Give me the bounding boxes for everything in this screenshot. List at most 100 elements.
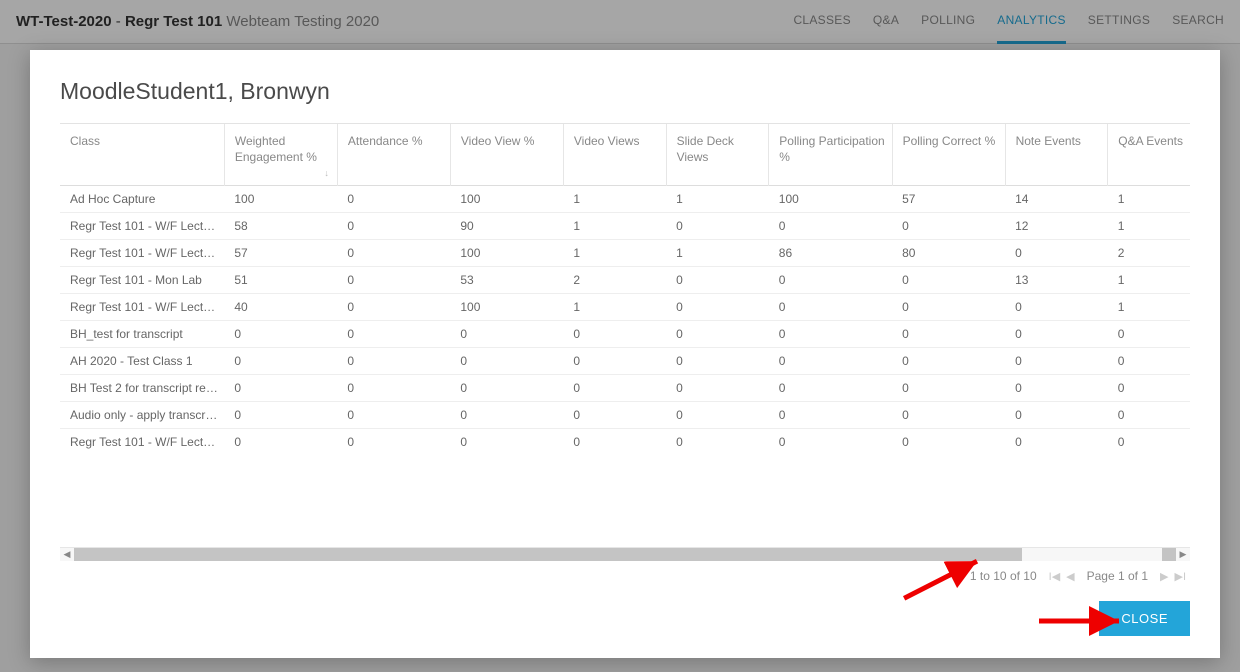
cell: 0	[1108, 348, 1190, 375]
cell: 0	[1108, 429, 1190, 456]
cell: 0	[224, 321, 337, 348]
pagination: 1 to 10 of 10 I◀ ◀ Page 1 of 1 ▶ ▶I	[60, 561, 1190, 583]
cell: 0	[666, 429, 769, 456]
cell: 1	[563, 186, 666, 213]
cell: 1	[1108, 213, 1190, 240]
col-qa-events[interactable]: Q&A Events	[1108, 124, 1190, 186]
table-row[interactable]: Regr Test 101 - W/F Lecture400100100001	[60, 294, 1190, 321]
cell: 0	[337, 186, 450, 213]
cell: 0	[892, 294, 1005, 321]
cell: 51	[224, 267, 337, 294]
cell: 0	[337, 213, 450, 240]
col-polling-participation[interactable]: Polling Participation %	[769, 124, 892, 186]
cell: 0	[337, 402, 450, 429]
col-note-events[interactable]: Note Events	[1005, 124, 1108, 186]
cell: 0	[337, 375, 450, 402]
close-button[interactable]: CLOSE	[1099, 601, 1190, 636]
cell: 0	[224, 348, 337, 375]
student-name: MoodleStudent1, Bronwyn	[60, 78, 1190, 105]
analytics-table: Class Weighted Engagement %↓ Attendance …	[60, 124, 1190, 455]
cell: 0	[563, 429, 666, 456]
cell: 0	[1108, 402, 1190, 429]
cell: 0	[666, 348, 769, 375]
modal-footer: CLOSE	[60, 583, 1190, 636]
col-polling-correct[interactable]: Polling Correct %	[892, 124, 1005, 186]
cell: 0	[769, 429, 892, 456]
table-header-row: Class Weighted Engagement %↓ Attendance …	[60, 124, 1190, 186]
table-row[interactable]: BH Test 2 for transcript req...000000000	[60, 375, 1190, 402]
cell: 0	[666, 375, 769, 402]
cell: 0	[563, 348, 666, 375]
cell: 0	[769, 375, 892, 402]
pager-first-icon[interactable]: I◀	[1049, 570, 1061, 583]
cell: 0	[769, 267, 892, 294]
cell: 12	[1005, 213, 1108, 240]
cell: 1	[1108, 267, 1190, 294]
cell: Regr Test 101 - Mon Lab	[60, 267, 224, 294]
cell: 100	[769, 186, 892, 213]
col-video-views[interactable]: Video Views	[563, 124, 666, 186]
table-row[interactable]: Regr Test 101 - W/F Lecture5701001186800…	[60, 240, 1190, 267]
cell: 0	[892, 348, 1005, 375]
student-detail-modal: MoodleStudent1, Bronwyn	[30, 50, 1220, 658]
cell: 100	[450, 186, 563, 213]
col-slide-views[interactable]: Slide Deck Views	[666, 124, 769, 186]
cell: 0	[337, 294, 450, 321]
table-row[interactable]: Regr Test 101 - Mon Lab510532000131	[60, 267, 1190, 294]
scrollbar-track[interactable]	[74, 548, 1176, 561]
cell: 100	[450, 294, 563, 321]
pager-next-icon[interactable]: ▶	[1160, 570, 1168, 583]
table-row[interactable]: BH_test for transcript000000000	[60, 321, 1190, 348]
cell: 0	[1108, 321, 1190, 348]
cell: 0	[666, 294, 769, 321]
cell: 0	[450, 402, 563, 429]
col-attendance[interactable]: Attendance %	[337, 124, 450, 186]
cell: 0	[224, 429, 337, 456]
cell: 1	[563, 240, 666, 267]
cell: 57	[224, 240, 337, 267]
cell: 1	[563, 294, 666, 321]
table-row[interactable]: AH 2020 - Test Class 1000000000	[60, 348, 1190, 375]
table-row[interactable]: Audio only - apply transcrip...000000000	[60, 402, 1190, 429]
cell: 0	[769, 213, 892, 240]
cell: 0	[1005, 429, 1108, 456]
cell: 2	[1108, 240, 1190, 267]
cell: 0	[892, 429, 1005, 456]
table-row[interactable]: Ad Hoc Capture10001001110057141	[60, 186, 1190, 213]
cell: 0	[224, 402, 337, 429]
cell: 90	[450, 213, 563, 240]
pager-last-icon[interactable]: ▶I	[1174, 570, 1186, 583]
cell: 86	[769, 240, 892, 267]
pager-prev-icon[interactable]: ◀	[1066, 570, 1074, 583]
table-body: Ad Hoc Capture10001001110057141Regr Test…	[60, 186, 1190, 456]
cell: 1	[563, 213, 666, 240]
cell: 0	[337, 348, 450, 375]
cell: 0	[1005, 240, 1108, 267]
scroll-left-icon[interactable]: ◀	[60, 549, 74, 560]
col-video-view-pct[interactable]: Video View %	[450, 124, 563, 186]
cell: 0	[1005, 402, 1108, 429]
col-weighted-engagement[interactable]: Weighted Engagement %↓	[224, 124, 337, 186]
cell: 80	[892, 240, 1005, 267]
cell: 0	[1005, 294, 1108, 321]
cell: 0	[450, 375, 563, 402]
cell: 0	[563, 402, 666, 429]
cell: 0	[1005, 321, 1108, 348]
cell: 0	[892, 213, 1005, 240]
cell: 0	[769, 321, 892, 348]
scroll-right-icon[interactable]: ▶	[1176, 549, 1190, 560]
cell: 0	[450, 348, 563, 375]
cell: 0	[563, 375, 666, 402]
table-row[interactable]: Regr Test 101 - W/F Lecture000000000	[60, 429, 1190, 456]
cell: 0	[769, 402, 892, 429]
col-class[interactable]: Class	[60, 124, 224, 186]
cell: 0	[450, 321, 563, 348]
cell: 0	[337, 240, 450, 267]
cell: Audio only - apply transcrip...	[60, 402, 224, 429]
pager-page-text: Page 1 of 1	[1087, 569, 1148, 583]
cell: 0	[769, 294, 892, 321]
cell: 53	[450, 267, 563, 294]
table-row[interactable]: Regr Test 101 - W/F Lecture580901000121	[60, 213, 1190, 240]
cell: 0	[892, 375, 1005, 402]
horizontal-scrollbar[interactable]: ◀ ▶	[60, 547, 1190, 561]
